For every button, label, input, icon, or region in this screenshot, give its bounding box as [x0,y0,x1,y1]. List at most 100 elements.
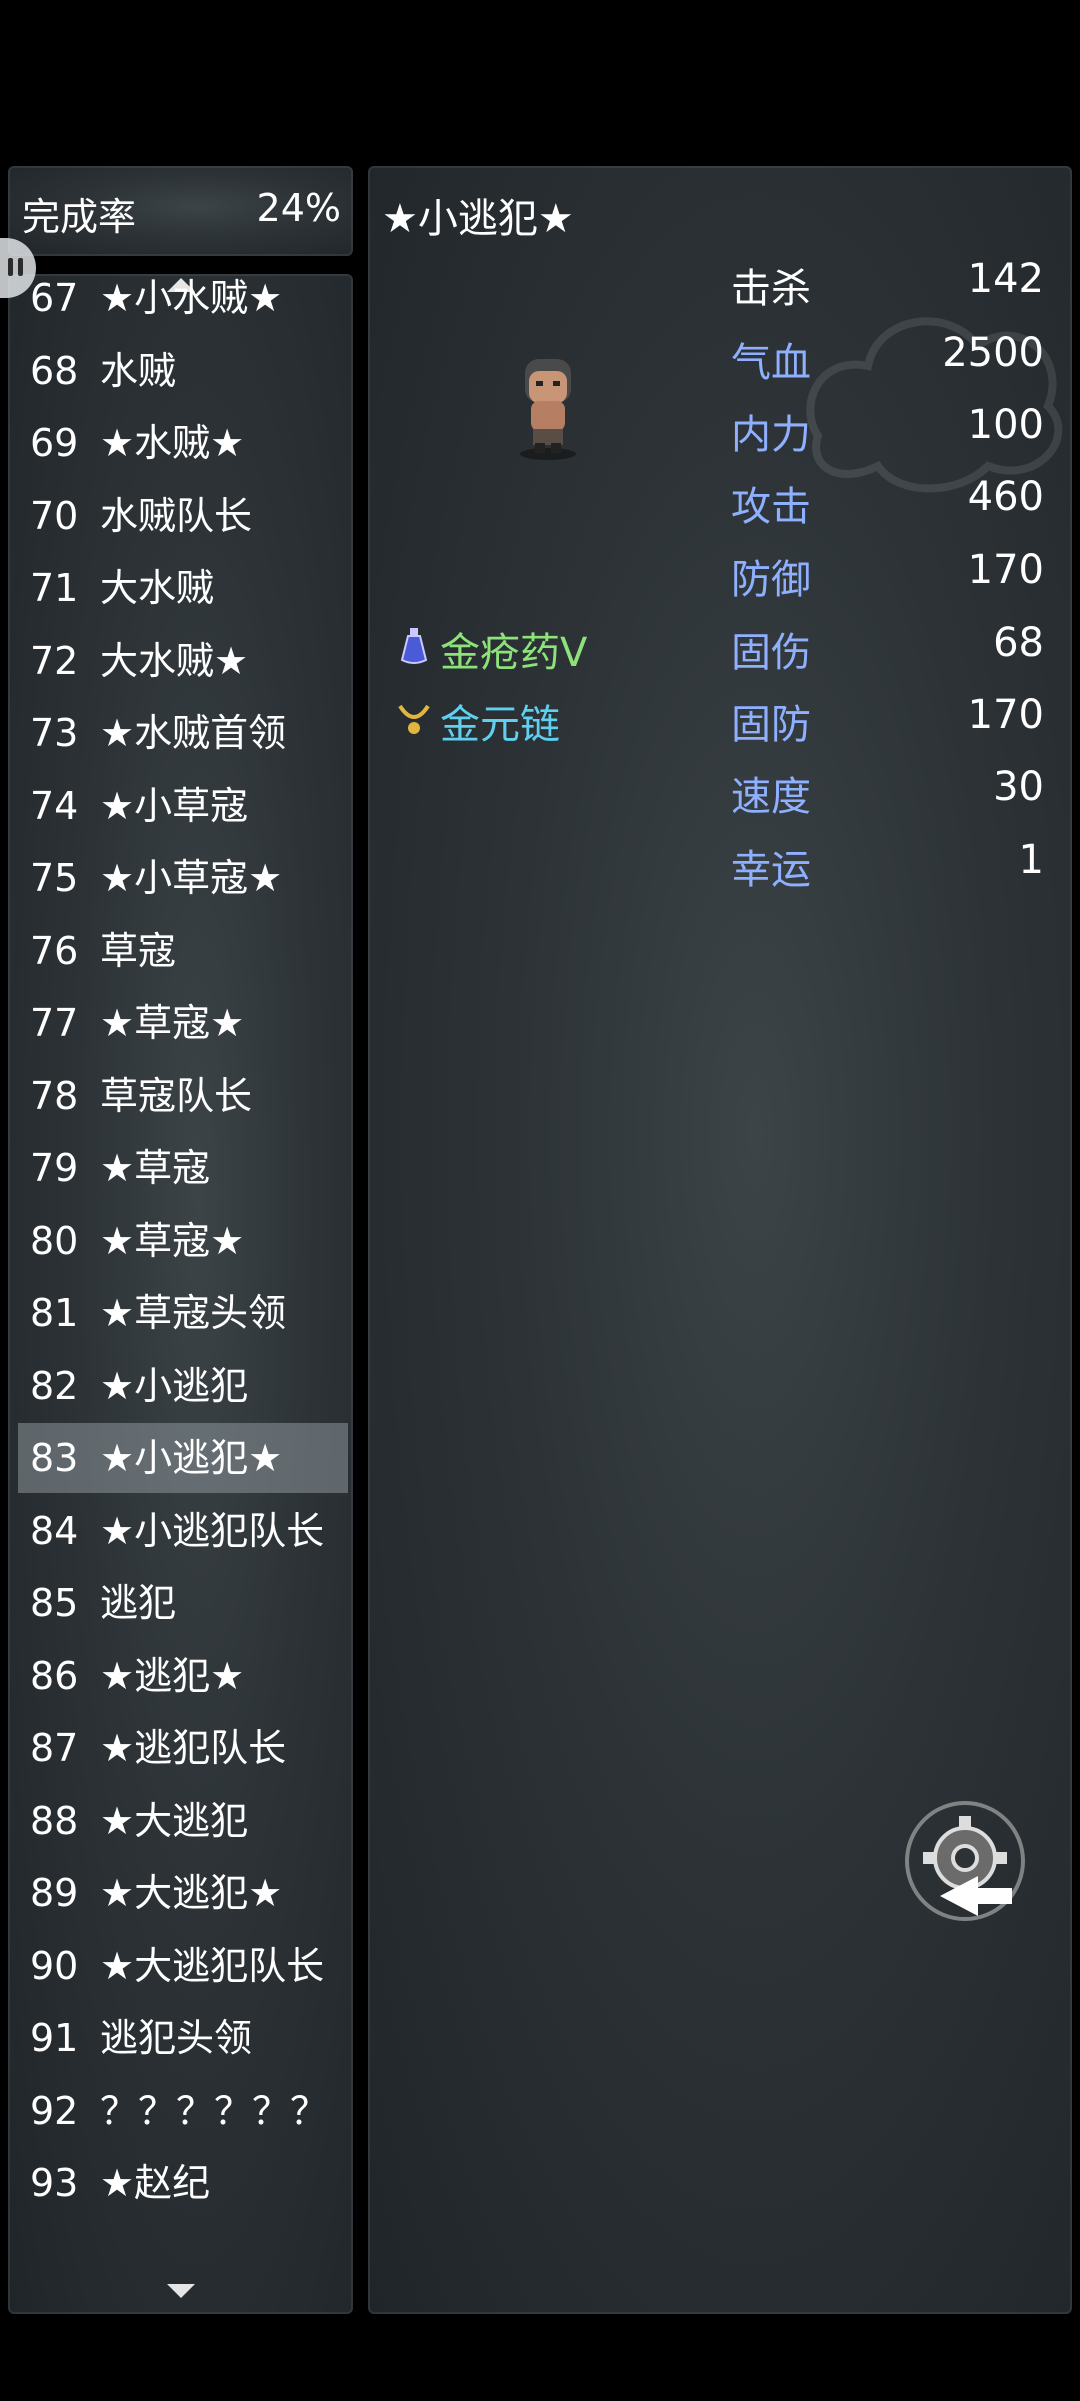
list-item-number: 92 [30,2088,79,2133]
list-item-name: ★赵纪 [100,2161,211,2205]
stat-value-luck: 1 [1018,837,1044,883]
list-item-85[interactable]: 85 逃犯 [18,1568,348,1638]
completion-label: 完成率 [22,195,137,239]
stat-label-kills: 击杀 [731,266,811,312]
list-item-number: 76 [30,928,79,973]
list-item-86[interactable]: 86 ★逃犯★ [18,1641,348,1711]
list-item-name: ★草寇头领 [100,1291,287,1335]
stat-label-fixed-def: 固防 [731,702,811,748]
stat-label-speed: 速度 [731,774,811,820]
list-item-87[interactable]: 87 ★逃犯队长 [18,1713,348,1783]
list-item-82[interactable]: 82 ★小逃犯 [18,1351,348,1421]
gear-back-icon[interactable] [900,1796,1030,1926]
list-item-name: ★草寇★ [100,1218,245,1263]
character-sprite [520,359,576,460]
list-item-89[interactable]: 89 ★大逃犯★ [18,1858,348,1928]
drop-item-1[interactable]: 金疮药V [440,620,587,678]
list-item-name: ★大逃犯★ [100,1871,283,1915]
list-item-name: ★逃犯★ [100,1653,245,1698]
list-item-name: 草寇队长 [100,1073,253,1118]
list-item-93[interactable]: 93 ★赵纪 [18,2148,348,2218]
list-item-number: 77 [30,1001,79,1045]
list-item-number: 82 [30,1363,79,1408]
monster-name: ★小逃犯★ [382,196,574,242]
list-item-number: 88 [30,1798,79,1843]
list-item-name: 逃犯 [100,1581,177,1625]
completion-panel: 完成率 24% [8,166,353,256]
monster-list[interactable]: 67 ★小水贼★ 68 水贼 69 ★水贼★ 70 水贼队长 71 大水贼 72 大水贼★ 73 ★水贼首… [8,274,353,2314]
list-item-name: 大水贼 [100,566,215,610]
list-item-number: 84 [30,1508,79,1553]
list-item-number: 80 [30,1218,79,1263]
list-item-73[interactable]: 73 ★水贼首领 [18,698,348,768]
list-item-number: 71 [30,566,79,610]
stat-value-hp: 2500 [942,330,1044,376]
list-item-72[interactable]: 72 大水贼★ [18,626,348,696]
list-item-name: ★草寇 [100,1146,211,1190]
list-item-number: 69 [30,421,79,465]
list-item-number: 93 [30,2161,79,2205]
list-item-71[interactable]: 71 大水贼 [18,553,348,623]
list-item-number: 89 [30,1871,79,1915]
list-item-92[interactable]: 92 ？？？？？？ [18,2076,348,2146]
list-item-68[interactable]: 68 水贼 [18,336,348,406]
stat-value-mp: 100 [967,402,1044,448]
list-item-number: 83 [30,1436,79,1480]
list-item-name: 逃犯头领 [100,2016,253,2060]
list-item-80[interactable]: 80 ★草寇★ [18,1206,348,1276]
list-item-79[interactable]: 79 ★草寇 [18,1133,348,1203]
list-item-number: 68 [30,348,79,393]
list-item-number: 86 [30,1653,79,1698]
necklace-icon[interactable] [396,698,432,738]
list-item-name: 草寇 [100,928,177,973]
list-item-name: 水贼 [100,348,177,393]
stat-value-kills: 142 [967,256,1044,302]
stat-label-hp: 气血 [731,340,811,386]
list-item-number: 72 [30,638,79,683]
list-item-90[interactable]: 90 ★大逃犯队长 [18,1931,348,2001]
list-item-name: 大水贼★ [100,638,249,683]
monster-detail: ★小逃犯★ 击杀 142 气血 2500 内力 100 攻击 460 防御 17… [368,166,1072,2314]
scroll-down-icon[interactable] [166,2284,195,2298]
stat-label-fixed-dmg: 固伤 [731,630,811,676]
list-item-number: 70 [30,493,79,538]
list-item-81[interactable]: 81 ★草寇头领 [18,1278,348,1348]
completion-value: 24% [256,186,341,230]
list-item-75[interactable]: 75 ★小草寇★ [18,843,348,913]
list-item-name: ？？？？？？ [100,2088,329,2133]
stat-label-luck: 幸运 [731,847,811,893]
list-item-number: 85 [30,1581,79,1625]
list-item-76[interactable]: 76 草寇 [18,916,348,986]
list-item-83[interactable]: 83 ★小逃犯★ [18,1423,348,1493]
list-item-name: 水贼队长 [100,493,253,538]
list-item-number: 81 [30,1291,79,1335]
list-item-78[interactable]: 78 草寇队长 [18,1061,348,1131]
list-item-number: 75 [30,856,79,900]
drop-item-2[interactable]: 金元链 [440,692,560,750]
list-item-77[interactable]: 77 ★草寇★ [18,988,348,1058]
list-item-88[interactable]: 88 ★大逃犯 [18,1786,348,1856]
list-item-name: ★小逃犯 [100,1363,249,1408]
stat-value-speed: 30 [993,764,1044,810]
list-item-number: 73 [30,711,79,755]
list-item-67[interactable]: 67 ★小水贼★ [18,274,348,333]
potion-icon[interactable] [396,626,432,666]
list-item-number: 90 [30,1943,79,1988]
list-item-69[interactable]: 69 ★水贼★ [18,408,348,478]
list-item-name: ★草寇★ [100,1001,245,1045]
list-item-74[interactable]: 74 ★小草寇 [18,771,348,841]
stat-value-fixed-dmg: 68 [993,620,1044,666]
list-item-84[interactable]: 84 ★小逃犯队长 [18,1496,348,1566]
list-item-number: 79 [30,1146,79,1190]
list-item-91[interactable]: 91 逃犯头领 [18,2003,348,2073]
stat-label-attack: 攻击 [731,484,811,530]
list-item-name: ★小水贼★ [100,276,283,320]
list-item-70[interactable]: 70 水贼队长 [18,481,348,551]
list-item-number: 87 [30,1726,79,1770]
list-item-number: 74 [30,783,79,828]
stat-value-attack: 460 [967,474,1044,520]
list-item-name: ★小逃犯★ [100,1436,283,1480]
list-item-name: ★小逃犯队长 [100,1508,325,1553]
stat-label-defense: 防御 [731,557,811,603]
list-item-name: ★大逃犯队长 [100,1943,325,1988]
